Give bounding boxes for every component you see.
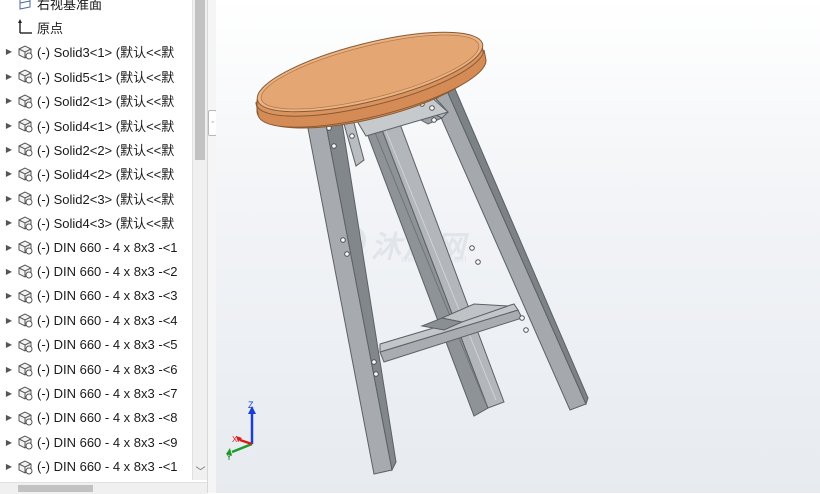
expand-arrow-icon[interactable]: ▶ xyxy=(2,169,16,178)
part-icon xyxy=(16,263,34,279)
tree-item[interactable]: 右视基准面 xyxy=(0,0,192,15)
right-leg[interactable] xyxy=(427,81,589,411)
expand-arrow-icon[interactable]: ▶ xyxy=(2,121,16,130)
tree-item[interactable]: ▶ (-) DIN 660 - 4 x 8x3 -<4 xyxy=(0,308,192,332)
tree-item-label: (-) Solid2<1> (默认<<默 xyxy=(37,94,175,110)
tree-item[interactable]: ▶ (-) Solid3<1> (默认<<默 xyxy=(0,40,192,64)
tree-item[interactable]: ▶ (-) DIN 660 - 4 x 8x3 -<5 xyxy=(0,333,192,357)
part-icon xyxy=(16,288,34,304)
tree-item-label: (-) DIN 660 - 4 x 8x3 -<7 xyxy=(37,385,178,401)
expand-arrow-icon[interactable]: ▶ xyxy=(2,340,16,349)
tree-item[interactable]: ▶ (-) DIN 660 - 4 x 8x3 -<3 xyxy=(0,284,192,308)
expand-arrow-icon[interactable]: ▶ xyxy=(2,291,16,300)
expand-arrow-icon[interactable]: ▶ xyxy=(2,365,16,374)
tree-item-label: (-) Solid4<1> (默认<<默 xyxy=(37,118,175,134)
part-icon xyxy=(16,215,34,231)
tree-horizontal-scroll-thumb[interactable] xyxy=(18,485,93,492)
expand-arrow-icon[interactable]: ▶ xyxy=(2,413,16,422)
expand-arrow-icon[interactable]: ▶ xyxy=(2,389,16,398)
tree-item[interactable]: ▶ (-) DIN 660 - 4 x 8x3 -<1 xyxy=(0,455,192,479)
tree-item-label: 右视基准面 xyxy=(37,0,103,12)
tree-item-label: (-) Solid2<3> (默认<<默 xyxy=(37,191,175,207)
tree-item[interactable]: ▶ (-) Solid4<3> (默认<<默 xyxy=(0,211,192,235)
expand-arrow-icon[interactable]: ▶ xyxy=(2,218,16,227)
tree-item-label: (-) DIN 660 - 4 x 8x3 -<9 xyxy=(37,434,178,450)
triad-x-label: X xyxy=(232,435,238,444)
part-icon xyxy=(16,44,34,60)
part-icon xyxy=(16,68,34,84)
part-icon xyxy=(16,312,34,328)
expand-arrow-icon[interactable]: ▶ xyxy=(2,145,16,154)
part-icon xyxy=(16,434,34,450)
tree-item-label: (-) Solid4<2> (默认<<默 xyxy=(37,167,175,183)
expand-arrow-icon[interactable]: ▶ xyxy=(2,316,16,325)
expand-arrow-icon[interactable]: ▶ xyxy=(2,243,16,252)
tree-vertical-scrollbar[interactable]: ﹀ xyxy=(192,0,208,480)
tree-item[interactable]: ▶ (-) Solid2<1> (默认<<默 xyxy=(0,89,192,113)
tree-item[interactable]: ▶ (-) Solid4<2> (默认<<默 xyxy=(0,162,192,186)
tree-item-label: (-) DIN 660 - 4 x 8x3 -<5 xyxy=(37,337,178,353)
tree-item-label: (-) Solid2<2> (默认<<默 xyxy=(37,142,175,158)
expand-arrow-icon[interactable]: ▶ xyxy=(2,438,16,447)
tree-vertical-scroll-thumb[interactable] xyxy=(195,0,205,160)
tree-item[interactable]: 原点 xyxy=(0,15,192,39)
tree-item-label: (-) Solid4<3> (默认<<默 xyxy=(37,216,175,232)
triad-z-label: Z xyxy=(248,400,254,410)
scroll-down-arrow-icon[interactable]: ﹀ xyxy=(193,466,208,480)
expand-arrow-icon[interactable]: ▶ xyxy=(2,72,16,81)
tree-item-label: (-) DIN 660 - 4 x 8x3 -<6 xyxy=(37,361,178,377)
tree-item[interactable]: ▶ (-) Solid4<1> (默认<<默 xyxy=(0,113,192,137)
graphics-viewport[interactable]: 沐风网 www.mfcad.com xyxy=(216,0,820,493)
tree-horizontal-scrollbar[interactable] xyxy=(0,482,207,494)
tree-item-label: (-) DIN 660 - 4 x 8x3 -<4 xyxy=(37,312,178,328)
part-icon xyxy=(16,361,34,377)
tree-item[interactable]: ▶ (-) DIN 660 - 4 x 8x3 -<8 xyxy=(0,406,192,430)
axis-triad: Z Y X xyxy=(226,400,256,460)
panel-splitter[interactable]: ◦ xyxy=(207,0,217,493)
expand-arrow-icon[interactable]: ▶ xyxy=(2,96,16,105)
tree-item-label: (-) DIN 660 - 4 x 8x3 -<3 xyxy=(37,288,178,304)
expand-arrow-icon[interactable]: ▶ xyxy=(2,462,16,471)
tree-item[interactable]: ▶ (-) Solid2<3> (默认<<默 xyxy=(0,186,192,210)
expand-arrow-icon[interactable]: ▶ xyxy=(2,267,16,276)
part-icon xyxy=(16,337,34,353)
tree-item[interactable]: ▶ (-) DIN 660 - 4 x 8x3 -<9 xyxy=(0,430,192,454)
tree-item-label: (-) DIN 660 - 4 x 8x3 -<1 xyxy=(37,459,178,475)
tree-item[interactable]: ▶ (-) DIN 660 - 4 x 8x3 -<7 xyxy=(0,381,192,405)
tree-item-label: (-) Solid5<1> (默认<<默 xyxy=(37,69,175,85)
plane-icon xyxy=(16,0,34,11)
part-icon xyxy=(16,239,34,255)
tree-item[interactable]: ▶ (-) DIN 660 - 4 x 8x3 -<2 xyxy=(0,259,192,283)
part-icon xyxy=(16,117,34,133)
tree-item[interactable]: ▶ (-) DIN 660 - 4 x 8x3 -<1 xyxy=(0,235,192,259)
origin-icon xyxy=(16,19,34,35)
expand-arrow-icon[interactable]: ▶ xyxy=(2,194,16,203)
triad-y-label: Y xyxy=(226,452,232,460)
part-icon xyxy=(16,190,34,206)
tree-item-label: 原点 xyxy=(37,20,64,36)
part-icon xyxy=(16,141,34,157)
stool-model[interactable] xyxy=(216,0,820,493)
tree-item[interactable]: ▶ (-) DIN 660 - 4 x 8x3 -<6 xyxy=(0,357,192,381)
tree-item[interactable]: ▶ (-) Solid5<1> (默认<<默 xyxy=(0,64,192,88)
part-icon xyxy=(16,459,34,475)
feature-tree: 右视基准面原点 ▶ (-) Solid3<1> (默认<<默 ▶ (-) Solid5<… xyxy=(0,0,192,493)
tree-item-label: (-) Solid3<1> (默认<<默 xyxy=(37,45,175,61)
tree-item[interactable]: ▶ (-) Solid2<2> (默认<<默 xyxy=(0,137,192,161)
tree-item-label: (-) DIN 660 - 4 x 8x3 -<2 xyxy=(37,263,178,279)
part-icon xyxy=(16,410,34,426)
part-icon xyxy=(16,93,34,109)
tree-item-label: (-) DIN 660 - 4 x 8x3 -<8 xyxy=(37,410,178,426)
expand-arrow-icon[interactable]: ▶ xyxy=(2,47,16,56)
part-icon xyxy=(16,166,34,182)
part-icon xyxy=(16,385,34,401)
tree-item-label: (-) DIN 660 - 4 x 8x3 -<1 xyxy=(37,239,178,255)
